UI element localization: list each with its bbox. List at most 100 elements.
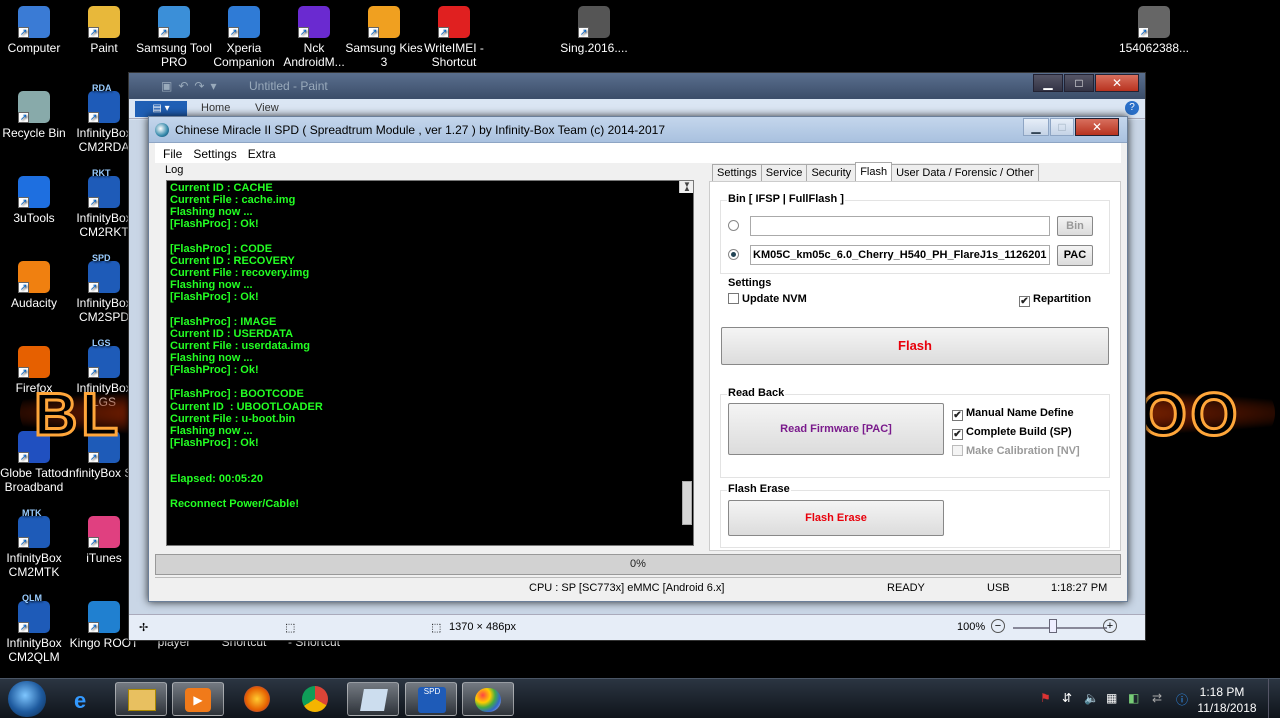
taskbar-paint[interactable] (462, 682, 514, 716)
volume-icon[interactable]: 🔈 (1084, 691, 1099, 705)
paint-zoom-out-button[interactable]: − (991, 619, 1005, 633)
desktop-icon-label: Paint (90, 41, 118, 55)
log-line: [FlashProc] : Ok! (170, 218, 259, 231)
paint-file-menu-button[interactable]: ▤ ▾ (135, 101, 187, 117)
log-line: [FlashProc] : Ok! (170, 291, 259, 304)
taskbar-3utools[interactable] (347, 682, 399, 716)
pac-radio[interactable] (728, 249, 739, 260)
tab-flash[interactable]: Flash (855, 162, 893, 182)
cm2-titlebar[interactable]: Chinese Miracle II SPD ( Spreadtrum Modu… (149, 117, 1127, 143)
system-tray-icon[interactable]: ⇵ (1062, 691, 1072, 705)
network-icon[interactable]: ▦ (1106, 691, 1117, 705)
pac-path-field[interactable]: KM05C_km05c_6.0_Cherry_H540_PH_FlareJ1s_… (750, 245, 1050, 265)
make-calibration-box (952, 445, 963, 456)
paint-help-icon[interactable]: ? (1125, 101, 1139, 115)
clock-time[interactable]: 1:18 PM (1196, 685, 1248, 699)
taskbar-cm2spd[interactable]: SPD (405, 682, 457, 716)
paint-zoom-thumb[interactable] (1049, 619, 1057, 633)
desktop-icon-label: Sing.2016.... (560, 41, 628, 55)
update-nvm-checkbox[interactable]: Update NVM (728, 293, 807, 305)
desktop-icon[interactable]: ↗ 154062388... (1114, 6, 1194, 55)
complete-build-checkbox[interactable]: ✔ Complete Build (SP) (952, 426, 1072, 440)
complete-build-check-icon[interactable]: ✔ (952, 429, 963, 440)
desktop-icon[interactable]: ↗ Nck AndroidM... (274, 6, 354, 69)
desktop-icon-label: Xperia Companion (213, 41, 275, 69)
taskbar-ie[interactable]: e (60, 682, 112, 716)
log-console[interactable]: Current ID : CACHE Current File : cache.i… (166, 180, 694, 546)
tab-settings[interactable]: Settings (712, 164, 762, 182)
show-desktop-button[interactable] (1268, 679, 1280, 718)
desktop-icon[interactable]: ↗ 3uTools (0, 176, 74, 225)
infinitybox-icon: QLM ↗ (18, 593, 50, 633)
pac-button[interactable]: PAC (1057, 245, 1093, 266)
log-line: Current File : u-boot.bin (170, 412, 296, 425)
desktop-icon-label: Samsung Kies 3 (345, 41, 423, 69)
shortcut-arrow-icon: ↗ (298, 27, 309, 38)
repartition-check-icon[interactable]: ✔ (1019, 296, 1030, 307)
menu-file[interactable]: File (163, 147, 182, 161)
3utools-icon: ↗ (18, 176, 50, 208)
tab-service[interactable]: Service (760, 164, 808, 182)
action-center-flag-icon[interactable]: ⚑ (1040, 691, 1051, 705)
manual-name-check-icon[interactable]: ✔ (952, 410, 963, 421)
scroll-down-arrow-icon[interactable]: ▼ (683, 181, 691, 191)
desktop-icon[interactable]: ↗ Sing.2016.... (554, 6, 634, 55)
desktop-icon[interactable]: ↗ Samsung Tool PRO (134, 6, 214, 69)
computer-icon: ↗ (18, 6, 50, 38)
paint-zoom-in-button[interactable]: + (1103, 619, 1117, 633)
cm2-tab-strip: Settings Service Security Flash User Dat… (712, 162, 1039, 182)
bin-radio[interactable] (728, 220, 739, 231)
paint-tab-view[interactable]: View (255, 102, 279, 114)
flash-erase-button[interactable]: Flash Erase (728, 500, 944, 536)
tab-user-data[interactable]: User Data / Forensic / Other (891, 164, 1039, 182)
cm2-close-button[interactable]: ✕ (1075, 118, 1119, 136)
repartition-checkbox[interactable]: ✔ Repartition (1019, 293, 1091, 307)
taskbar-chrome[interactable] (290, 682, 342, 716)
desktop-icon[interactable]: ↗ Xperia Companion (204, 6, 284, 69)
log-scrollbar[interactable]: ▲ ▼ (679, 181, 693, 525)
desktop-icon[interactable]: QLM ↗ InfinityBox CM2QLM (0, 593, 74, 664)
tab-security[interactable]: Security (806, 164, 857, 182)
flash-button[interactable]: Flash (721, 327, 1109, 365)
clock-date[interactable]: 11/18/2018 (1196, 701, 1258, 715)
bin-path-field[interactable] (750, 216, 1050, 236)
safely-remove-icon[interactable]: ◧ (1128, 691, 1139, 705)
desktop-icon[interactable]: ↗ Recycle Bin (0, 91, 74, 140)
cm2-spd-window[interactable]: Chinese Miracle II SPD ( Spreadtrum Modu… (148, 116, 1128, 602)
taskbar-firefox[interactable] (232, 682, 284, 716)
usb-device-icon[interactable]: ⇄ (1152, 691, 1162, 705)
manual-name-checkbox[interactable]: ✔ Manual Name Define (952, 407, 1074, 421)
taskbar-media-player[interactable]: ▶ (172, 682, 224, 716)
menu-extra[interactable]: Extra (248, 147, 276, 161)
paint-tab-home[interactable]: Home (201, 102, 230, 114)
log-scrollbar-thumb[interactable] (682, 481, 692, 525)
paint-zoom-slider[interactable] (1013, 627, 1107, 629)
paint-titlebar[interactable]: ▣↶↷▾ Untitled - Paint ▁ □ ✕ (129, 73, 1145, 99)
read-firmware-button[interactable]: Read Firmware [PAC] (728, 403, 944, 455)
paint-close-button[interactable]: ✕ (1095, 74, 1139, 92)
status-state: READY (887, 582, 925, 594)
desktop-icon[interactable]: ↗ Computer (0, 6, 74, 55)
update-nvm-box[interactable] (728, 293, 739, 304)
desktop-icon-label: 154062388... (1118, 41, 1190, 55)
paint-minimize-button[interactable]: ▁ (1033, 74, 1063, 92)
menu-settings[interactable]: Settings (193, 147, 236, 161)
desktop-icon[interactable]: ↗ Audacity (0, 261, 74, 310)
media-player-icon: ▶ (185, 688, 211, 712)
cm2-maximize-button[interactable]: □ (1050, 118, 1074, 136)
desktop-icon[interactable]: ↗ WriteIMEI - Shortcut (414, 6, 494, 69)
cm2-minimize-button[interactable]: ▁ (1023, 118, 1049, 136)
desktop-icon[interactable]: ↗ Samsung Kies 3 (344, 6, 424, 69)
paint-quick-access-icons[interactable]: ▣↶↷▾ (161, 79, 222, 93)
desktop-icon[interactable]: MTK ↗ InfinityBox CM2MTK (0, 508, 74, 579)
info-icon[interactable]: ⓘ (1176, 691, 1188, 708)
log-line: [FlashProc] : IMAGE (170, 315, 277, 328)
bin-button[interactable]: Bin (1057, 216, 1093, 236)
desktop-icon[interactable]: ↗ Paint (64, 6, 144, 55)
taskbar-explorer[interactable] (115, 682, 167, 716)
desktop-icon-label: iTunes (86, 551, 122, 565)
start-button[interactable] (8, 681, 46, 717)
paint-maximize-button[interactable]: □ (1064, 74, 1094, 92)
log-line: Current File : cache.img (170, 194, 296, 207)
desktop-icon-label: Globe Tattoo Broadband (0, 466, 68, 494)
